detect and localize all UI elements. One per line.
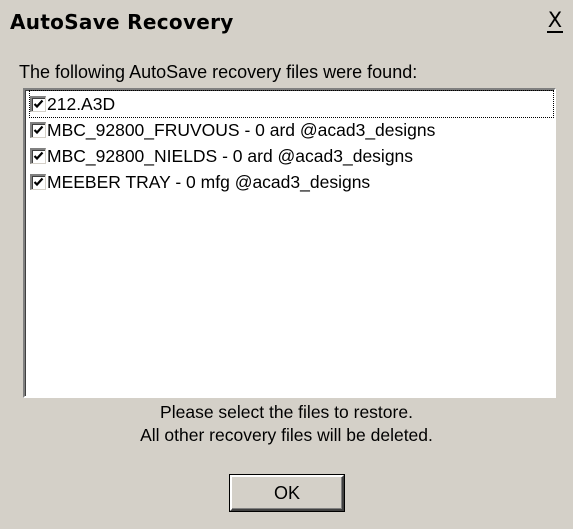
file-label: MBC_92800_NIELDS - 0 ard @acad3_designs — [47, 145, 414, 166]
file-list-item[interactable]: MBC_92800_FRUVOUS - 0 ard @acad3_designs — [30, 117, 435, 143]
close-accelerator-underline — [547, 31, 563, 33]
recovery-files-list-items: 212.A3D MBC_92800_FRUVOUS - 0 ard @acad3_… — [26, 90, 554, 396]
file-label: MEEBER TRAY - 0 mfg @acad3_designs — [47, 171, 371, 192]
file-list-item[interactable]: MBC_92800_NIELDS - 0 ard @acad3_designs — [30, 143, 413, 169]
checkmark-icon — [33, 99, 44, 109]
files-found-label: The following AutoSave recovery files we… — [19, 62, 418, 82]
instruction-line-2: All other recovery files will be deleted… — [140, 425, 433, 445]
checkmark-icon — [33, 125, 44, 135]
window-title: AutoSave Recovery — [10, 10, 234, 34]
autosave-recovery-dialog: AutoSave Recovery X The following AutoSa… — [0, 0, 573, 529]
file-checkbox[interactable] — [30, 148, 46, 164]
file-label: MBC_92800_FRUVOUS - 0 ard @acad3_designs — [47, 119, 436, 140]
title-bar[interactable]: AutoSave Recovery X — [0, 0, 573, 40]
file-checkbox[interactable] — [30, 122, 46, 138]
close-button[interactable]: X — [544, 9, 566, 33]
checkmark-icon — [33, 177, 44, 187]
file-label: 212.A3D — [47, 93, 116, 114]
instruction-line-1: Please select the files to restore. — [160, 402, 413, 422]
file-checkbox[interactable] — [30, 174, 46, 190]
close-icon: X — [547, 8, 563, 32]
file-list-item[interactable]: MEEBER TRAY - 0 mfg @acad3_designs — [30, 169, 370, 195]
checkmark-icon — [33, 151, 44, 161]
file-list-item[interactable]: 212.A3D — [29, 90, 554, 118]
ok-button[interactable]: OK — [229, 474, 345, 512]
file-checkbox[interactable] — [30, 96, 46, 112]
recovery-files-list[interactable]: 212.A3D MBC_92800_FRUVOUS - 0 ard @acad3_… — [23, 88, 556, 398]
